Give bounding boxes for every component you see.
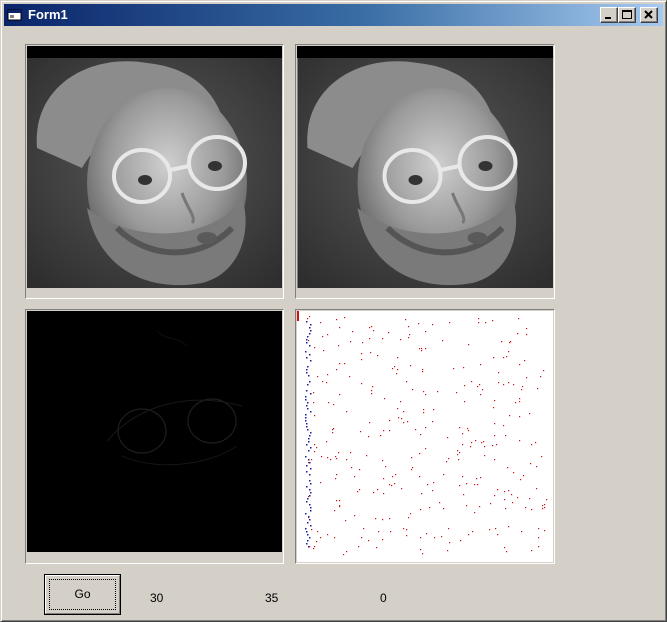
picture-box-original — [25, 44, 284, 299]
pixel-scatter — [297, 311, 553, 562]
close-button[interactable] — [640, 7, 658, 23]
picture-box-edges — [25, 309, 284, 564]
title-bar[interactable]: Form1 — [4, 4, 663, 26]
maximize-button[interactable] — [618, 7, 636, 23]
picture-box-processed — [295, 44, 555, 299]
minimize-button[interactable] — [600, 7, 618, 23]
main-window: Form1 Go 30 35 0 — [0, 0, 667, 622]
face-photo — [27, 58, 282, 288]
go-button[interactable]: Go — [44, 574, 121, 615]
go-button-label: Go — [74, 587, 91, 601]
minimize-icon — [605, 17, 611, 19]
edge-image — [27, 311, 282, 552]
maximize-icon — [622, 10, 632, 19]
label-value-1: 30 — [150, 591, 164, 605]
label-value-2: 35 — [265, 591, 279, 605]
label-value-3: 0 — [380, 591, 387, 605]
picture-box-scatter — [295, 309, 555, 564]
face-photo-copy — [297, 58, 553, 288]
close-icon — [644, 10, 653, 19]
window-title: Form1 — [28, 7, 68, 22]
app-icon — [7, 9, 22, 21]
